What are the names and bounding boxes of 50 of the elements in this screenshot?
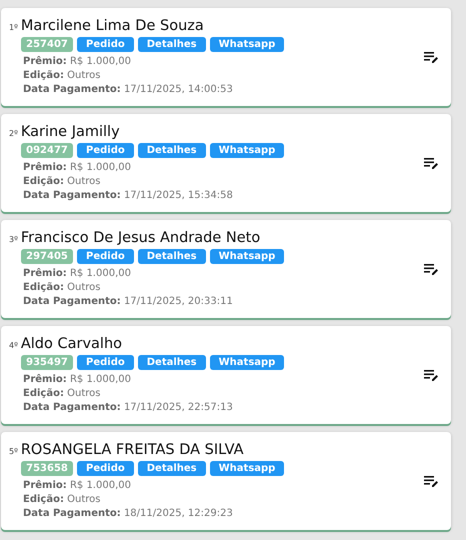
info-line: Edição: Outros — [23, 174, 102, 188]
ticket-code: 092477 — [21, 142, 73, 158]
action-button[interactable]: Detalhes — [138, 142, 206, 158]
rank-label: 5º — [9, 446, 18, 456]
winner-name: Karine Jamilly — [20, 124, 120, 140]
action-button[interactable]: Detalhes — [138, 354, 206, 370]
action-button[interactable]: Whatsapp — [210, 36, 284, 52]
info-line: Edição: Outros — [23, 280, 102, 294]
ticket-code: 935497 — [21, 354, 73, 370]
winner-name: Francisco De Jesus Andrade Neto — [20, 230, 260, 246]
winner-name: Aldo Carvalho — [20, 336, 122, 352]
edit-list-icon[interactable] — [423, 156, 439, 170]
info-line: Data Pagamento: 18/11/2025, 12:29:23 — [23, 506, 234, 520]
winner-name: ROSANGELA FREITAS DA SILVA — [20, 442, 244, 458]
action-button[interactable]: Whatsapp — [210, 248, 284, 264]
edit-list-icon[interactable] — [423, 368, 439, 382]
info-line: Data Pagamento: 17/11/2025, 15:34:58 — [23, 188, 234, 202]
action-button[interactable]: Pedido — [77, 248, 134, 264]
info-line: Prêmio: R$ 1.000,00 — [23, 160, 132, 174]
rank-label: 1º — [9, 22, 18, 32]
rank-label: 2º — [9, 128, 18, 138]
info-line: Prêmio: R$ 1.000,00 — [23, 54, 132, 68]
action-button[interactable]: Detalhes — [138, 248, 206, 264]
action-button[interactable]: Whatsapp — [210, 142, 284, 158]
action-button[interactable]: Detalhes — [138, 36, 206, 52]
info-line: Data Pagamento: 17/11/2025, 22:57:13 — [23, 400, 234, 414]
info-line: Data Pagamento: 17/11/2025, 14:00:53 — [23, 82, 234, 96]
rank-label: 4º — [9, 340, 18, 350]
ticket-code: 257407 — [21, 36, 73, 52]
action-button[interactable]: Pedido — [77, 354, 134, 370]
info-line: Edição: Outros — [23, 492, 102, 506]
action-button[interactable]: Pedido — [77, 36, 134, 52]
edit-list-icon[interactable] — [423, 50, 439, 64]
ticket-code: 753658 — [21, 460, 73, 476]
rank-label: 3º — [9, 234, 18, 244]
action-button[interactable]: Pedido — [77, 142, 134, 158]
action-button[interactable]: Pedido — [77, 460, 134, 476]
winner-name: Marcilene Lima De Souza — [20, 18, 204, 34]
info-line: Edição: Outros — [23, 386, 102, 400]
action-button[interactable]: Detalhes — [138, 460, 206, 476]
ticket-code: 297405 — [21, 248, 73, 264]
edit-list-icon[interactable] — [423, 474, 439, 488]
info-line: Data Pagamento: 17/11/2025, 20:33:11 — [23, 294, 234, 308]
action-button[interactable]: Whatsapp — [210, 460, 284, 476]
info-line: Prêmio: R$ 1.000,00 — [23, 266, 132, 280]
info-line: Edição: Outros — [23, 68, 102, 82]
info-line: Prêmio: R$ 1.000,00 — [23, 478, 132, 492]
action-button[interactable]: Whatsapp — [210, 354, 284, 370]
info-line: Prêmio: R$ 1.000,00 — [23, 372, 132, 386]
edit-list-icon[interactable] — [423, 262, 439, 276]
